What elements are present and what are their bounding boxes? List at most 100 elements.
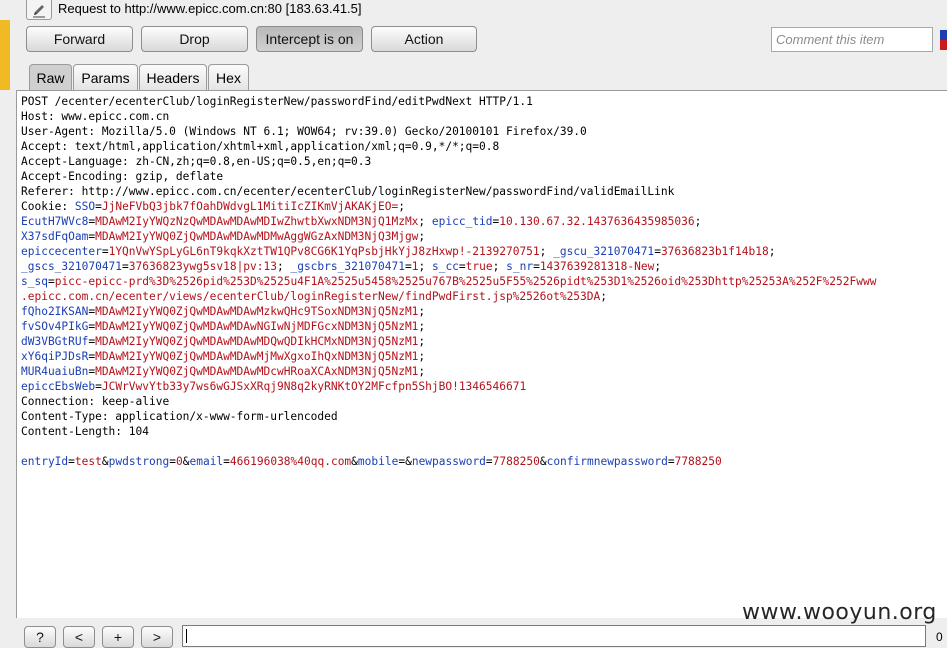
request-title-bar: Request to http://www.epicc.com.cn:80 [1… (0, 0, 947, 20)
param-value: 1437639281318-New (539, 260, 655, 273)
param-value: MDAwM2IyYWQzNzQwMDAwMDAwMDIwZhwtbXwxNDM3… (95, 215, 419, 228)
request-text-segment: = (95, 200, 102, 213)
request-text-segment: ; (276, 260, 291, 273)
request-text-segment: = (485, 455, 493, 468)
request-text-segment: = (654, 245, 661, 258)
request-line: User-Agent: Mozilla/5.0 (Windows NT 6.1;… (21, 124, 876, 139)
request-text-segment: ; (418, 365, 426, 378)
request-line: Content-Length: 104 (21, 424, 876, 439)
request-text-segment: Connection: keep-alive (21, 395, 170, 408)
request-text-segment: Content-Length: 104 (21, 425, 149, 438)
tab-raw[interactable]: Raw (29, 64, 72, 90)
request-text-segment: = (223, 455, 230, 468)
param-name: s_cc (431, 260, 459, 273)
add-button[interactable]: + (102, 626, 134, 648)
param-value: MDAwM2IyYWQ0ZjQwMDAwMDAwMDMwAggWGzAxNDM3… (95, 230, 419, 243)
request-line: Accept-Language: zh-CN,zh;q=0.8,en-US;q=… (21, 154, 876, 169)
request-text-segment: = (169, 455, 176, 468)
request-text-segment: ; (418, 335, 426, 348)
request-line (21, 439, 876, 454)
param-name: epiccecenter (21, 245, 102, 258)
request-text-segment: ; (768, 245, 776, 258)
param-name: MUR4uaiuBn (21, 365, 89, 378)
param-value: MDAwM2IyYWQ0ZjQwMDAwMDAwMzkwQHc9TSoxNDM3… (95, 305, 419, 318)
request-text-segment: = (404, 260, 412, 273)
request-text-segment: & (101, 455, 109, 468)
request-text-segment: ; (418, 350, 426, 363)
request-text-segment: = (101, 245, 109, 258)
request-line: epiccecenter=1YQnVwYSpLyGL6nT9kqkXztTW1Q… (21, 244, 876, 259)
param-name: fQho2IKSAN (21, 305, 89, 318)
request-line: epiccEbsWeb=JCWrVwvYtb33y7ws6wGJSxXRqj9N… (21, 379, 876, 394)
edit-pencil-icon[interactable] (26, 0, 52, 20)
param-value: true (465, 260, 493, 273)
param-name: entryId (21, 455, 69, 468)
request-text-segment: = (122, 260, 129, 273)
param-name: dW3VBGtRUf (21, 335, 89, 348)
request-line: POST /ecenter/ecenterClub/loginRegisterN… (21, 94, 876, 109)
param-name: email (189, 455, 224, 468)
request-text-segment: ; (654, 260, 662, 273)
request-text-segment: POST /ecenter/ecenterClub/loginRegisterN… (21, 95, 533, 108)
window-edge-accent (0, 20, 10, 90)
next-match-button[interactable]: > (141, 626, 173, 648)
request-text-segment: ; (492, 260, 507, 273)
param-value: 1YQnVwYSpLyGL6nT9kqkXztTW1QPv8CG6K1YqPsb… (108, 245, 540, 258)
request-line: Connection: keep-alive (21, 394, 876, 409)
request-text-segment: ; (418, 215, 432, 228)
request-line: fQho2IKSAN=MDAwM2IyYWQ0ZjQwMDAwMDAwMzkwQ… (21, 304, 876, 319)
request-text-segment: = (68, 455, 75, 468)
request-line: fvSOv4PIkG=MDAwM2IyYWQ0ZjQwMDAwMDAwNGIwN… (21, 319, 876, 334)
request-line: Accept: text/html,application/xhtml+xml,… (21, 139, 876, 154)
param-name: epicc_tid (431, 215, 493, 228)
param-value: 0 (175, 455, 183, 468)
param-name: s_sq (21, 275, 48, 288)
tab-params[interactable]: Params (73, 64, 138, 90)
param-value: test (74, 455, 102, 468)
request-text-segment: & (539, 455, 547, 468)
request-text-segment: ; (418, 320, 426, 333)
param-value: JjNeFVbQ3jbk7fOahDWdvgL1MitiIcZIKmVjAKAK… (101, 200, 399, 213)
param-value: MDAwM2IyYWQ0ZjQwMDAwMDAwMDQwQDIkHCMxNDM3… (95, 335, 419, 348)
action-button[interactable]: Action (371, 26, 477, 52)
previous-match-button[interactable]: < (63, 626, 95, 648)
request-text-segment: = (533, 260, 540, 273)
request-line: s_sq=picc-epicc-prd%3D%2526pid%253D%2525… (21, 274, 876, 289)
request-text-segment: ; (418, 305, 426, 318)
raw-request-editor[interactable]: POST /ecenter/ecenterClub/loginRegisterN… (16, 90, 947, 618)
param-value: MDAwM2IyYWQ0ZjQwMDAwMDAwMDcwHRoaXCAxNDM3… (95, 365, 419, 378)
request-text-segment: ; (398, 200, 405, 213)
param-value: MDAwM2IyYWQ0ZjQwMDAwMDAwMjMwXgxoIhQxNDM3… (95, 350, 419, 363)
help-button[interactable]: ? (24, 626, 56, 648)
request-text-segment: User-Agent: Mozilla/5.0 (Windows NT 6.1;… (21, 125, 587, 138)
comment-field[interactable]: Comment this item (771, 27, 933, 52)
param-name: pwdstrong (108, 455, 170, 468)
drop-button[interactable]: Drop (141, 26, 248, 52)
request-text-segment: = (458, 260, 466, 273)
request-line: _gscs_321070471=37636823ywg5sv18|pv:13; … (21, 259, 876, 274)
request-text-segment: ; (694, 215, 702, 228)
param-name: mobile (357, 455, 399, 468)
request-text-segment: = (95, 380, 102, 393)
forward-button[interactable]: Forward (26, 26, 133, 52)
param-name: fvSOv4PIkG (21, 320, 89, 333)
request-text-segment: ; (539, 245, 554, 258)
request-line: .epicc.com.cn/ecenter/views/ecenterClub/… (21, 289, 876, 304)
request-text-segment: Host: www.epicc.com.cn (21, 110, 170, 123)
tab-headers[interactable]: Headers (139, 64, 207, 90)
param-name: X37sdFqOam (21, 230, 89, 243)
param-value: 466196038%40qq.com (229, 455, 352, 468)
intercept-toggle-button[interactable]: Intercept is on (256, 26, 363, 52)
request-line: entryId=test&pwdstrong=0&email=466196038… (21, 454, 876, 469)
request-text-segment: Content-Type: application/x-www-form-url… (21, 410, 338, 423)
param-value: 37636823ywg5sv18|pv:13 (128, 260, 277, 273)
param-value: .epicc.com.cn/ecenter/views/ecenterClub/… (21, 290, 601, 303)
match-count: 0 (936, 630, 943, 644)
param-value: 10.130.67.32.1437636435985036 (499, 215, 695, 228)
tab-hex[interactable]: Hex (208, 64, 249, 90)
highlight-color-icon[interactable] (940, 30, 947, 50)
request-title: Request to http://www.epicc.com.cn:80 [1… (58, 1, 362, 16)
param-value: 7788250 (492, 455, 540, 468)
param-name: s_nr (506, 260, 534, 273)
request-line: MUR4uaiuBn=MDAwM2IyYWQ0ZjQwMDAwMDAwMDcwH… (21, 364, 876, 379)
